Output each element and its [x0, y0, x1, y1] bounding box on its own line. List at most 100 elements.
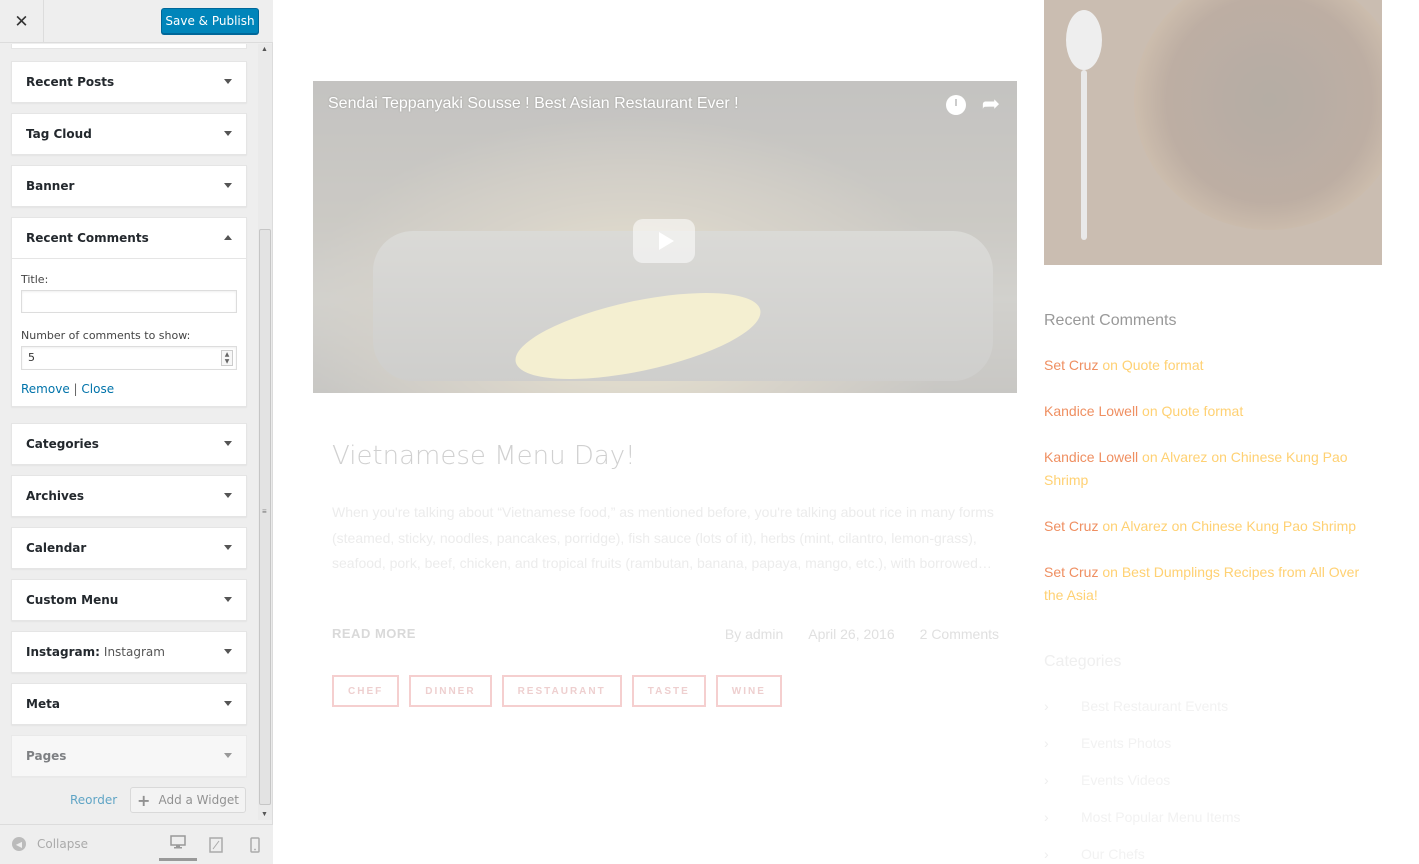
widget-title: Pages	[26, 749, 67, 763]
chevron-down-icon[interactable]	[224, 493, 232, 498]
widget-banner[interactable]: Banner	[11, 165, 247, 207]
spinner-icon[interactable]: ▲ ▼	[221, 350, 233, 366]
chevron-down-icon[interactable]	[224, 701, 232, 706]
tag-wine[interactable]: WINE	[715, 675, 782, 707]
category-label: Best Restaurant Events	[1081, 698, 1229, 714]
collapse-arrow-icon: ◀	[12, 837, 26, 851]
tag-dinner[interactable]: DINNER	[409, 675, 492, 707]
customizer-footer: ◀ Collapse	[0, 824, 273, 864]
widget-custom-menu[interactable]: Custom Menu	[11, 579, 247, 621]
category-item[interactable]: › Events Videos	[1044, 772, 1170, 788]
chevron-down-icon[interactable]	[224, 649, 232, 654]
close-icon[interactable]: ✕	[0, 0, 44, 43]
read-more-link[interactable]: READ MORE	[332, 626, 416, 641]
category-item[interactable]: › Our Chefs	[1044, 846, 1145, 862]
title-field[interactable]	[21, 290, 237, 313]
customizer-sidebar: ✕ Save & Publish Recent Posts Tag Cloud …	[0, 0, 273, 864]
category-label: Events Videos	[1081, 772, 1171, 788]
video-embed[interactable]: Sendai Teppanyaki Sousse ! Best Asian Re…	[313, 81, 1017, 393]
widget-instagram[interactable]: Instagram: Instagram	[11, 631, 247, 673]
site-preview: Sendai Teppanyaki Sousse ! Best Asian Re…	[274, 0, 1419, 864]
comment-author[interactable]: Set Cruz	[1044, 518, 1098, 534]
comment-count-value: 5	[28, 351, 35, 364]
post-comments[interactable]: 2 Comments	[920, 626, 999, 642]
comment-author[interactable]: Set Cruz	[1044, 357, 1098, 373]
recent-comment-item: Kandice Lowell on Quote format	[1044, 400, 1374, 423]
widget-title: Archives	[26, 489, 85, 503]
collapse-button[interactable]: ◀ Collapse	[12, 837, 88, 851]
widget-recent-posts[interactable]: Recent Posts	[11, 61, 247, 103]
widget-partial	[11, 44, 247, 49]
widget-list: Recent Posts Tag Cloud Banner Recent Com…	[0, 44, 258, 820]
widget-actions: Remove | Close	[21, 382, 237, 396]
post-title[interactable]: Vietnamese Menu Day!	[332, 441, 636, 471]
widget-header[interactable]: Recent Comments	[12, 218, 246, 258]
chevron-right-icon: ›	[1044, 846, 1049, 862]
tablet-preview-icon[interactable]	[206, 835, 226, 855]
chevron-right-icon: ›	[1044, 735, 1049, 751]
share-icon[interactable]: ➦	[982, 91, 1000, 117]
chevron-down-icon[interactable]	[224, 753, 232, 758]
chevron-down-icon[interactable]	[224, 79, 232, 84]
preview-overlay	[1044, 0, 1382, 265]
chevron-down-icon[interactable]	[224, 597, 232, 602]
category-item[interactable]: › Most Popular Menu Items	[1044, 809, 1241, 825]
comment-link[interactable]: on Quote format	[1138, 403, 1243, 419]
category-label: Our Chefs	[1081, 846, 1145, 862]
widget-categories[interactable]: Categories	[11, 423, 247, 465]
chevron-down-icon[interactable]	[224, 131, 232, 136]
widget-title: Tag Cloud	[26, 127, 92, 141]
post-excerpt: When you're talking about “Vietnamese fo…	[332, 504, 994, 571]
recent-comment-item: Set Cruz on Best Dumplings Recipes from …	[1044, 561, 1374, 606]
tag-restaurant[interactable]: RESTAURANT	[501, 675, 622, 707]
chevron-right-icon: ›	[1044, 772, 1049, 788]
category-item[interactable]: › Best Restaurant Events	[1044, 698, 1228, 714]
scroll-down-icon[interactable]: ▼	[261, 811, 268, 818]
comment-count-stepper[interactable]: 5 ▲ ▼	[21, 346, 237, 370]
comment-author[interactable]: Set Cruz	[1044, 564, 1098, 580]
comment-author[interactable]: Kandice Lowell	[1044, 449, 1138, 465]
widget-meta[interactable]: Meta	[11, 683, 247, 725]
tag-chef[interactable]: CHEF	[332, 675, 400, 707]
reorder-link[interactable]: Reorder	[70, 793, 117, 807]
post-meta: By admin April 26, 2016 2 Comments	[700, 626, 999, 642]
widget-title: Recent Posts	[26, 75, 115, 89]
post-date[interactable]: April 26, 2016	[808, 626, 894, 642]
remove-link[interactable]: Remove	[21, 382, 70, 396]
chevron-down-icon[interactable]	[224, 545, 232, 550]
category-item[interactable]: › Events Photos	[1044, 735, 1171, 751]
widget-pages[interactable]: Pages	[11, 735, 247, 777]
widget-archives[interactable]: Archives	[11, 475, 247, 517]
banner-image	[1044, 0, 1382, 265]
widget-recent-comments: Recent Comments Title: Number of comment…	[11, 217, 247, 407]
widget-calendar[interactable]: Calendar	[11, 527, 247, 569]
widget-subtitle: Instagram	[103, 645, 165, 659]
scroll-up-icon[interactable]: ▲	[261, 46, 268, 53]
widget-tag-cloud[interactable]: Tag Cloud	[11, 113, 247, 155]
comment-author[interactable]: Kandice Lowell	[1044, 403, 1138, 419]
widget-title: Custom Menu	[26, 593, 119, 607]
tag-taste[interactable]: TASTE	[631, 675, 706, 707]
scrollbar[interactable]: ▲ ≡ ▼	[258, 44, 272, 820]
desktop-preview-icon[interactable]	[159, 831, 197, 861]
video-title[interactable]: Sendai Teppanyaki Sousse ! Best Asian Re…	[328, 95, 739, 113]
comment-link[interactable]: on Quote format	[1098, 357, 1203, 373]
chevron-up-icon[interactable]	[224, 235, 232, 240]
recent-comment-item: Kandice Lowell on Alvarez on Chinese Kun…	[1044, 446, 1374, 491]
play-button[interactable]	[633, 219, 695, 263]
save-publish-button[interactable]: Save & Publish	[161, 8, 259, 34]
close-link[interactable]: Close	[81, 382, 114, 396]
category-label: Events Photos	[1081, 735, 1172, 751]
grip-icon: ≡	[262, 507, 267, 516]
chevron-down-icon[interactable]	[224, 183, 232, 188]
post-author[interactable]: By admin	[725, 626, 783, 642]
add-widget-button[interactable]: + Add a Widget	[130, 787, 246, 813]
mobile-preview-icon[interactable]	[245, 835, 265, 855]
widget-form: Title: Number of comments to show: 5 ▲ ▼ …	[12, 258, 246, 406]
watch-later-icon[interactable]	[946, 95, 966, 115]
scrollbar-thumb[interactable]: ≡	[259, 229, 271, 805]
comment-link[interactable]: on Alvarez on Chinese Kung Pao Shrimp	[1098, 518, 1356, 534]
widget-title: Calendar	[26, 541, 87, 555]
categories-heading: Categories	[1044, 653, 1122, 670]
chevron-down-icon[interactable]	[224, 441, 232, 446]
